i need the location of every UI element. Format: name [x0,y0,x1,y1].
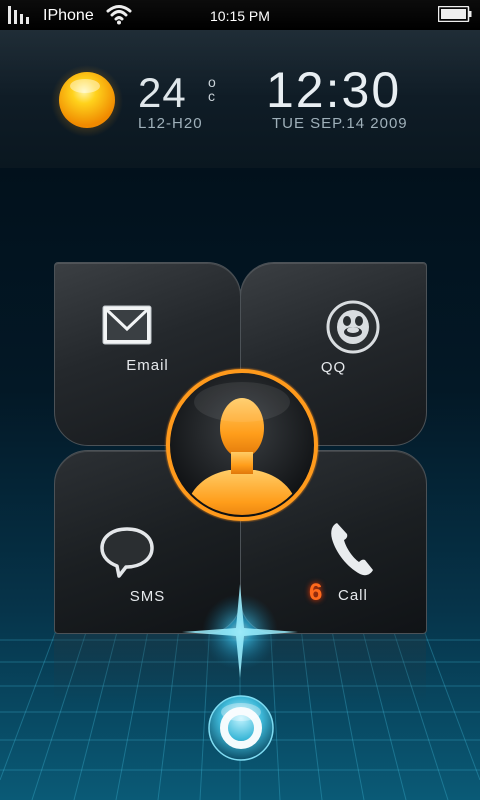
temperature-range: L12-H20 [138,115,203,132]
contacts-avatar-button[interactable] [163,366,321,524]
temperature-value: 24 [138,69,187,116]
carrier-name: IPhone [43,7,94,24]
call-label: Call [338,587,368,604]
sun-icon [51,65,123,137]
wifi-icon [106,5,132,25]
unlock-button[interactable] [207,694,275,762]
envelope-icon [102,305,152,345]
temperature-unit: c [208,88,215,104]
speech-bubble-icon [100,527,154,578]
penguin-icon [326,300,380,354]
clock-date: TUE SEP.14 2009 [272,115,408,132]
status-time: 10:15 PM [210,8,270,24]
status-bar: IPhone 10:15 PM [0,0,480,30]
clock-time: 12:30 [266,62,402,118]
battery-icon [438,6,472,22]
phone-icon [331,523,373,576]
center-light-flare [182,584,298,678]
signal-strength-icon [8,6,36,24]
missed-call-count: 6 [309,579,323,606]
